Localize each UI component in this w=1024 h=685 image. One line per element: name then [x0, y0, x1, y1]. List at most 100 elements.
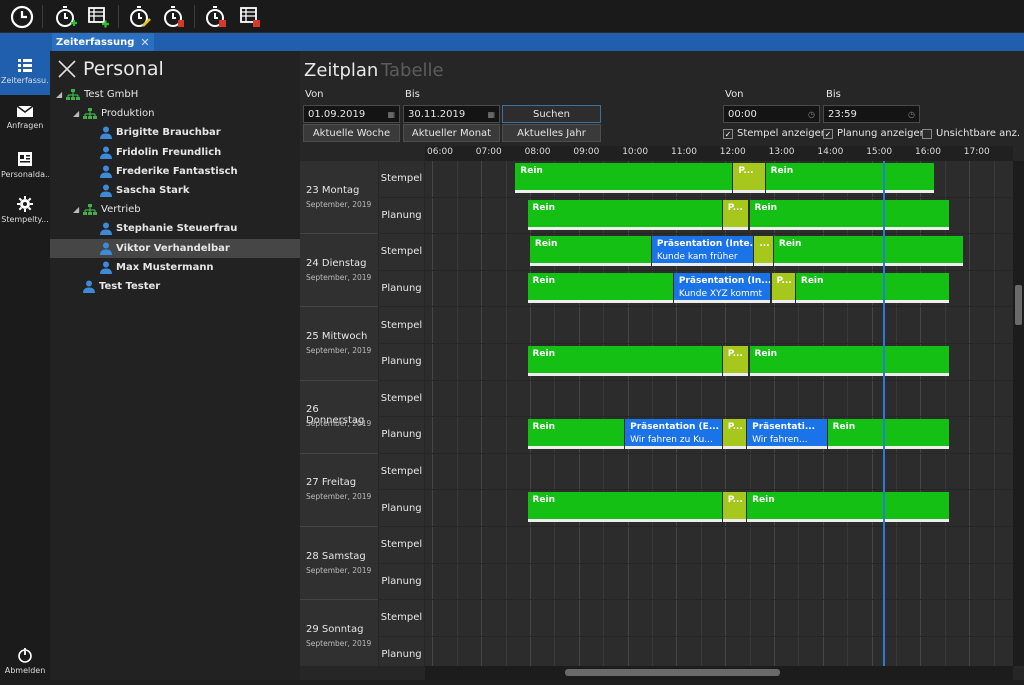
planung-timeline-row[interactable] — [425, 636, 1013, 666]
clock-icon[interactable]: ◷ — [908, 110, 915, 119]
zeitplan-title[interactable]: Zeitplan — [304, 60, 378, 81]
nav-item-personaldaten[interactable]: Personalda... — [0, 145, 50, 189]
person-icon — [100, 184, 112, 197]
work-bar[interactable]: Rein — [529, 236, 651, 267]
planung-timeline-row[interactable] — [425, 563, 1013, 600]
pause-bar[interactable]: P... — [722, 419, 747, 450]
appointment-bar[interactable]: Präsentati... Wir fahren... — [747, 419, 827, 450]
work-bar[interactable]: Rein — [527, 272, 673, 303]
logout-button[interactable]: Abmelden — [0, 641, 50, 685]
grid-line — [603, 600, 605, 636]
expand-arrow-icon[interactable]: ◢ — [73, 109, 83, 118]
nav-item-anfragen[interactable]: Anfragen — [0, 98, 50, 142]
stempel-timeline-row[interactable]: Rein P... Rein — [425, 161, 1013, 197]
search-button[interactable]: Suchen — [502, 105, 601, 123]
grid-line — [969, 161, 971, 197]
work-bar[interactable]: Rein — [527, 419, 625, 450]
edit-stopwatch-icon[interactable] — [126, 3, 154, 30]
von-date-field[interactable]: 01.09.2019 ▦ — [303, 105, 400, 123]
close-icon[interactable]: ✕ — [140, 36, 149, 49]
stempel-row-label: Stempel — [379, 307, 424, 343]
planung-checkbox[interactable]: ✓ Planung anzeigen — [823, 128, 926, 139]
stempel-timeline-row[interactable]: Rein Präsentation (Inte... Kunde kam frühe… — [425, 234, 1013, 270]
planung-timeline-row[interactable]: Rein P... Rein — [425, 490, 1013, 526]
appointment-bar[interactable]: Präsentation (In... Kunde XYZ kommt — [673, 272, 771, 303]
time-von-field[interactable]: 00:00 ◷ — [723, 105, 820, 123]
tree-group-node[interactable]: ◢ Test GmbH — [56, 85, 138, 104]
close-icon[interactable] — [58, 60, 76, 78]
work-bar[interactable]: Rein — [527, 346, 722, 376]
stempel-timeline-row[interactable] — [425, 380, 1013, 417]
nav-item-zeiterfassung[interactable]: Zeiterfassu... — [0, 51, 50, 95]
work-bar[interactable]: Rein — [765, 163, 934, 193]
planung-timeline-row[interactable]: Rein P... Rein — [425, 344, 1013, 380]
work-bar[interactable]: Rein — [773, 236, 964, 267]
pause-bar[interactable]: P... — [733, 163, 765, 193]
appointment-bar[interactable]: Präsentation (E... Wir fahren zu Ku... — [625, 419, 722, 450]
stempel-checkbox[interactable]: ✓ Stempel anzeigen — [723, 128, 827, 139]
time-bis-field[interactable]: 23:59 ◷ — [823, 105, 920, 123]
clock-home-icon[interactable] — [8, 3, 36, 30]
current-week-button[interactable]: Aktuelle Woche — [303, 124, 400, 142]
horizontal-scrollbar[interactable] — [425, 666, 1013, 680]
pause-bar[interactable]: ... — [754, 236, 773, 267]
stopwatch-report-icon[interactable] — [202, 3, 230, 30]
work-bar[interactable]: Rein — [527, 492, 722, 523]
tab-tabelle[interactable]: Tabelle — [381, 60, 444, 81]
planung-row-label: Planung — [379, 490, 424, 526]
expand-arrow-icon[interactable]: ◢ — [56, 90, 66, 99]
tab-zeiterfassung[interactable]: Zeiterfassung ✕ — [52, 33, 154, 51]
tree-person-node[interactable]: Test Tester — [73, 277, 160, 296]
stempel-timeline-row[interactable] — [425, 600, 1013, 636]
grid-line — [798, 307, 800, 343]
scrollbar-thumb[interactable] — [565, 669, 780, 676]
tree-person-node[interactable]: Sascha Stark — [100, 181, 190, 200]
calendar-icon[interactable]: ▦ — [387, 110, 395, 119]
expand-arrow-icon[interactable]: ◢ — [73, 205, 83, 214]
pause-bar[interactable]: P... — [722, 346, 749, 376]
tree-person-node[interactable]: Brigitte Brauchbar — [100, 123, 221, 142]
vertical-scrollbar[interactable] — [1013, 161, 1024, 666]
delete-stopwatch-icon[interactable] — [160, 3, 188, 30]
work-bar[interactable]: Rein — [527, 199, 722, 230]
appointment-bar[interactable]: Präsentation (Inte... Kunde kam früher — [651, 236, 754, 267]
work-bar[interactable]: Rein — [827, 419, 949, 450]
pause-bar[interactable]: P... — [722, 492, 747, 523]
scrollbar-thumb[interactable] — [1015, 285, 1022, 325]
day-month: September, 2019 — [306, 419, 372, 429]
work-bar[interactable]: Rein — [795, 272, 949, 303]
add-table-icon[interactable] — [84, 3, 112, 30]
tree-group-node[interactable]: ◢ Produktion — [73, 104, 155, 123]
tree-person-node[interactable]: Max Mustermann — [100, 258, 214, 277]
pause-bar[interactable]: P... — [771, 272, 795, 303]
unsichtbare-checkbox[interactable]: Unsichtbare anz. — [922, 128, 1020, 139]
nav-item-stempeltypen[interactable]: Stempelty... — [0, 190, 50, 234]
pause-bar[interactable]: P... — [722, 199, 749, 230]
table-report-icon[interactable] — [236, 3, 264, 30]
tree-group-node[interactable]: ◢ Vertrieb — [73, 200, 141, 219]
bar-subtitle: Wir fahren... — [752, 435, 808, 446]
current-month-button[interactable]: Aktueller Monat — [403, 124, 500, 142]
work-bar[interactable]: Rein — [749, 346, 949, 376]
planung-timeline-row[interactable]: Rein Präsentation (In... Kunde XYZ kommt P.… — [425, 270, 1013, 307]
work-bar[interactable]: Rein — [515, 163, 733, 193]
bis-date-field[interactable]: 30.11.2019 ▦ — [403, 105, 500, 123]
work-bar[interactable]: Rein — [749, 199, 949, 230]
stempel-timeline-row[interactable] — [425, 307, 1013, 343]
tree-person-node[interactable]: Stephanie Steuerfrau — [100, 219, 237, 238]
planung-timeline-row[interactable]: Rein P... Rein — [425, 197, 1013, 234]
grid-line — [578, 380, 580, 417]
tree-person-node[interactable]: Viktor Verhandelbar — [50, 238, 300, 258]
stempel-timeline-row[interactable] — [425, 527, 1013, 563]
tree-person-node[interactable]: Frederike Fantastisch — [100, 162, 238, 181]
work-bar[interactable]: Rein — [747, 492, 949, 523]
calendar-icon[interactable]: ▦ — [487, 110, 495, 119]
planung-timeline-row[interactable]: Rein Präsentation (E... Wir fahren zu Ku..… — [425, 417, 1013, 453]
stempel-timeline-row[interactable] — [425, 453, 1013, 490]
add-stopwatch-icon[interactable] — [52, 3, 80, 30]
grid-line — [505, 161, 507, 197]
clock-icon[interactable]: ◷ — [808, 110, 815, 119]
grid-line — [725, 527, 727, 563]
tree-person-node[interactable]: Fridolin Freundlich — [100, 143, 221, 162]
current-year-button[interactable]: Aktuelles Jahr — [502, 124, 601, 142]
